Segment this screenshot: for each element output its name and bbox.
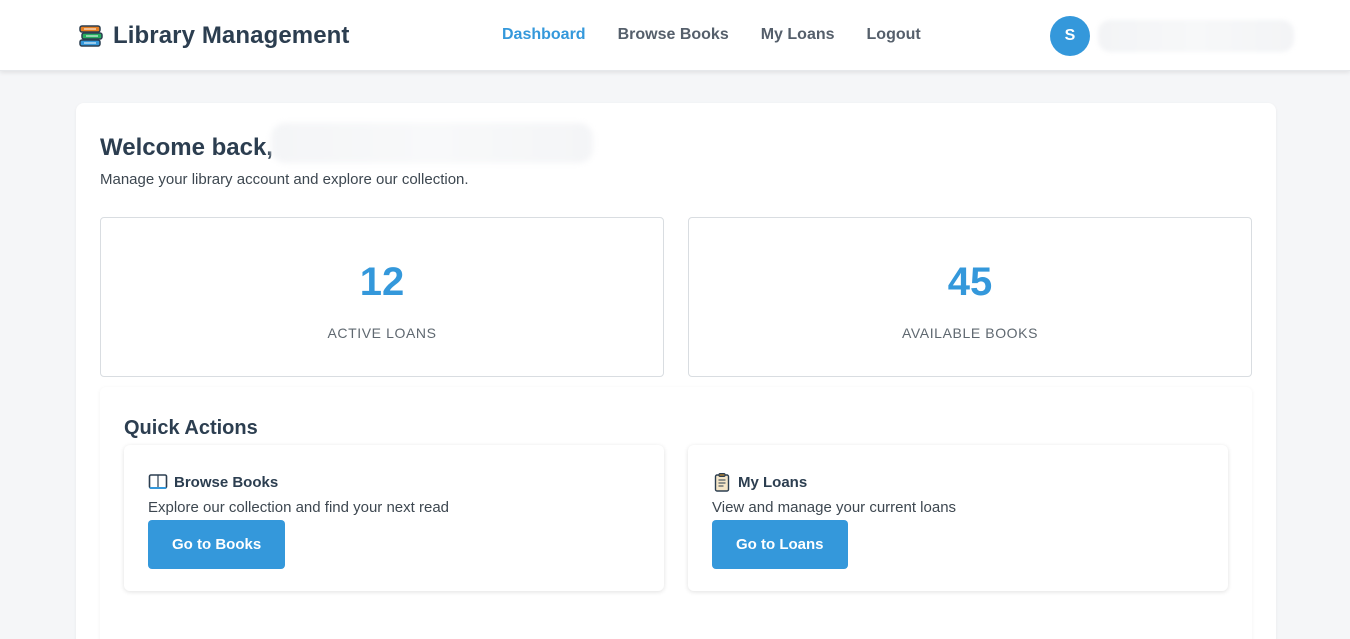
welcome-subtitle: Manage your library account and explore … [100, 171, 469, 188]
action-card-my-loans: My Loans View and manage your current lo… [688, 445, 1228, 591]
avatar[interactable]: S [1050, 16, 1090, 56]
dashboard-card: Welcome back, Manage your library accoun… [76, 103, 1276, 639]
nav-browse-books[interactable]: Browse Books [618, 26, 729, 44]
go-to-books-button[interactable]: Go to Books [148, 520, 286, 569]
app-title: Library Management [113, 22, 350, 49]
clipboard-icon [714, 473, 730, 492]
action-card-browse-books: Browse Books Explore our collection and … [124, 445, 664, 591]
main-nav: Dashboard Browse Books My Loans Logout [502, 26, 953, 44]
action-title: My Loans [738, 473, 808, 491]
stat-label: ACTIVE LOANS [327, 325, 437, 341]
action-title: Browse Books [174, 473, 279, 491]
quick-actions-title: Quick Actions [124, 417, 258, 439]
stat-value: 45 [947, 260, 993, 304]
nav-dashboard[interactable]: Dashboard [502, 26, 586, 44]
quick-actions-panel: Quick Actions Browse Books Explore our c… [100, 387, 1252, 639]
stat-value: 12 [359, 260, 405, 304]
action-header: Browse Books [148, 472, 278, 492]
book-stack-icon [78, 23, 104, 49]
nav-my-loans[interactable]: My Loans [761, 26, 835, 44]
nav-logout[interactable]: Logout [867, 26, 921, 44]
action-header: My Loans [712, 472, 807, 492]
action-description: View and manage your current loans [712, 499, 957, 516]
go-to-loans-button[interactable]: Go to Loans [712, 520, 848, 569]
top-header: Library Management Dashboard Browse Book… [0, 0, 1350, 71]
brand[interactable]: Library Management [78, 22, 350, 50]
stat-available-books: 45 AVAILABLE BOOKS [688, 217, 1252, 377]
stat-active-loans: 12 ACTIVE LOANS [100, 217, 664, 377]
stat-label: AVAILABLE BOOKS [901, 325, 1039, 341]
redacted-user-name [271, 123, 593, 163]
welcome-heading: Welcome back, [100, 134, 273, 161]
redacted-username [1098, 20, 1294, 52]
open-book-icon [148, 474, 168, 489]
action-description: Explore our collection and find your nex… [148, 499, 450, 516]
